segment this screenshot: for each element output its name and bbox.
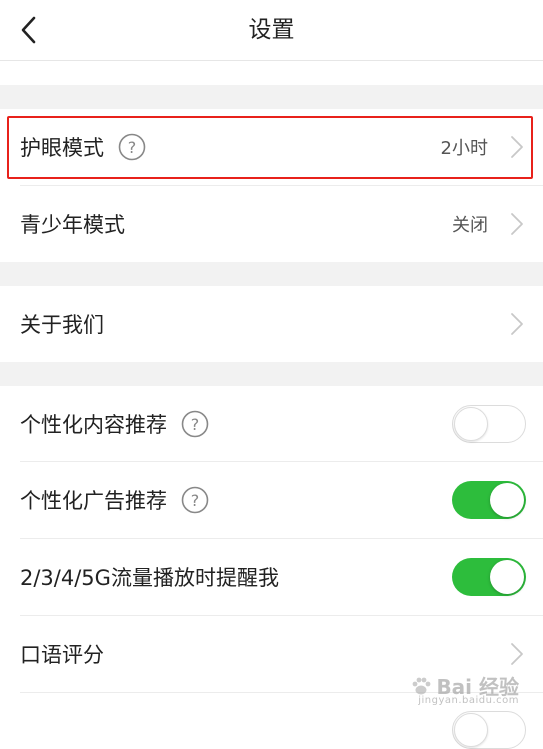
section-gap (0, 362, 543, 386)
toggle-knob (454, 406, 488, 441)
paw-icon (413, 677, 431, 694)
personalized-ads-label: 个性化广告推荐 (20, 489, 167, 513)
chevron-right-icon (511, 213, 523, 235)
watermark-subtext: jingyan.baidu.com (418, 695, 519, 706)
chevron-right-icon (511, 313, 523, 335)
page-title: 设置 (248, 17, 295, 43)
svg-text:?: ? (191, 415, 200, 434)
settings-row-eye-mode[interactable]: 护眼模式 ? 2小时 (0, 109, 543, 185)
personalized-ads-label-group: 个性化广告推荐 ? (20, 485, 209, 515)
settings-row-mobile-data-alert: 2/3/4/5G流量播放时提醒我 (0, 539, 543, 615)
personalized-content-label-group: 个性化内容推荐 ? (20, 409, 209, 439)
eye-mode-label-group: 护眼模式 ? (20, 132, 146, 162)
settings-row-teen-mode[interactable]: 青少年模式 关闭 (0, 186, 543, 262)
svg-text:?: ? (191, 491, 200, 510)
toggle-knob (490, 483, 524, 517)
help-icon[interactable]: ? (181, 486, 209, 514)
personalized-content-toggle[interactable] (452, 405, 526, 443)
settings-row-personalized-ads: 个性化广告推荐 ? (0, 462, 543, 538)
settings-row-personalized-content: 个性化内容推荐 ? (0, 386, 543, 462)
mobile-data-alert-label: 2/3/4/5G流量播放时提醒我 (20, 566, 279, 590)
nav-header: 设置 (0, 0, 543, 61)
teen-mode-label: 青少年模式 (20, 213, 125, 237)
teen-mode-value: 关闭 (452, 215, 488, 236)
eye-mode-value: 2小时 (440, 138, 488, 159)
svg-text:?: ? (128, 138, 137, 157)
oral-scoring-label: 口语评分 (20, 643, 104, 667)
personalized-content-label: 个性化内容推荐 (20, 413, 167, 437)
help-icon[interactable]: ? (181, 410, 209, 438)
help-icon[interactable]: ? (118, 133, 146, 161)
mobile-data-alert-toggle[interactable] (452, 558, 526, 596)
personalized-ads-toggle[interactable] (452, 481, 526, 519)
chevron-right-icon (511, 643, 523, 665)
chevron-right-icon (511, 136, 523, 158)
toggle-knob (490, 560, 524, 594)
eye-mode-label: 护眼模式 (20, 136, 104, 160)
about-label: 关于我们 (20, 313, 104, 337)
settings-row-about[interactable]: 关于我们 (0, 286, 543, 362)
partial-toggle[interactable] (452, 711, 526, 749)
section-gap (0, 85, 543, 109)
section-gap (0, 262, 543, 286)
baidu-jingyan-watermark: Bai 经验 jingyan.baidu.com (410, 671, 519, 706)
